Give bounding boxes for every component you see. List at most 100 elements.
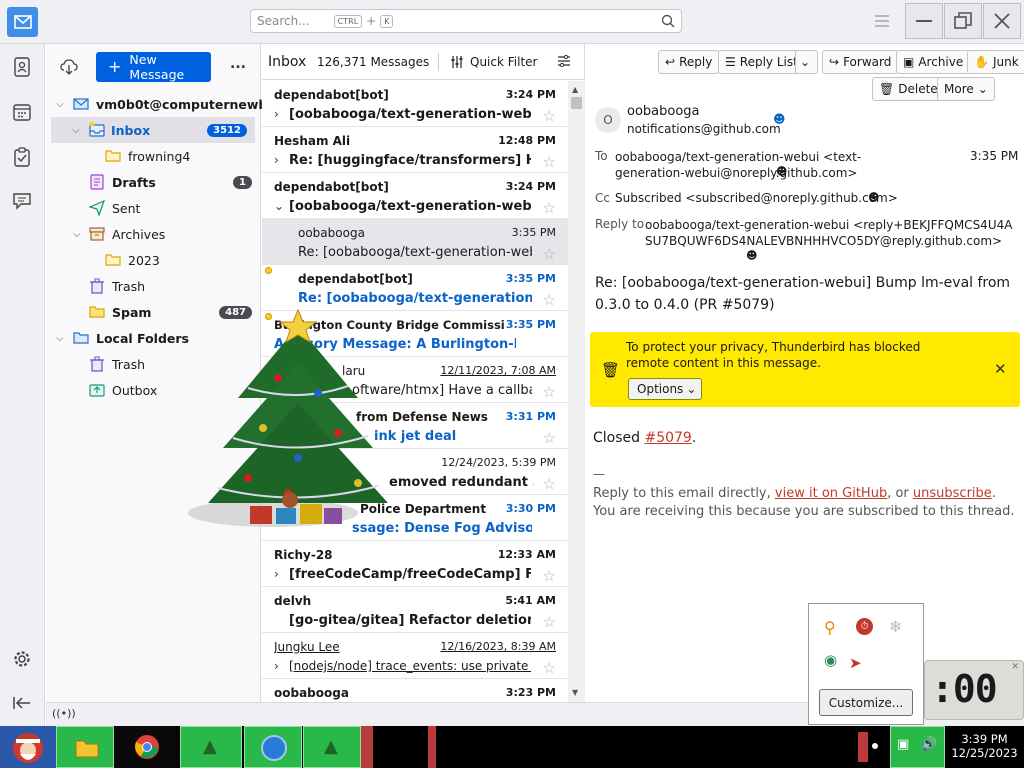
taskbar-chrome[interactable] bbox=[114, 726, 176, 768]
collapse-sidebar-icon[interactable] bbox=[11, 692, 33, 714]
star-icon[interactable]: ☆ bbox=[543, 429, 556, 447]
taskbar-clock[interactable]: 3:39 PM 12/25/2023 bbox=[945, 726, 1024, 768]
thread-expand-icon[interactable]: › bbox=[274, 567, 279, 581]
scrollbar-thumb[interactable] bbox=[571, 97, 582, 109]
address-book-icon[interactable] bbox=[11, 56, 33, 78]
online-status-icon[interactable]: ((•)) bbox=[52, 707, 76, 720]
taskbar-explorer[interactable] bbox=[56, 726, 114, 768]
star-icon[interactable]: ☆ bbox=[543, 475, 556, 493]
message-row[interactable]: delvh 5:41 AM [go-gitea/gitea] Refactor … bbox=[262, 587, 568, 633]
folder-trash[interactable]: Trash bbox=[46, 273, 260, 299]
reply-button[interactable]: ↩ Reply bbox=[658, 50, 720, 74]
settings-icon[interactable] bbox=[11, 648, 33, 670]
signature-separator: — bbox=[593, 467, 605, 481]
list-display-options-icon[interactable] bbox=[557, 54, 571, 68]
calendar-icon[interactable] bbox=[11, 101, 33, 123]
notice-text: To protect your privacy, Thunderbird has… bbox=[626, 340, 921, 370]
to-recipient[interactable]: oobabooga/text-generation-webui <text-ge… bbox=[615, 149, 925, 181]
message-row[interactable]: dependabot[bot] 3:24 PM ⌄ [oobabooga/tex… bbox=[262, 173, 568, 219]
star-icon[interactable]: ☆ bbox=[543, 153, 556, 171]
reply-to-address[interactable]: oobabooga/text-generation-webui <reply+B… bbox=[645, 217, 1015, 249]
scroll-down-icon[interactable]: ▼ bbox=[572, 688, 578, 697]
message-row[interactable]: Richy-28 12:33 AM › [freeCodeCamp/freeCo… bbox=[262, 541, 568, 587]
star-icon[interactable]: ☆ bbox=[543, 613, 556, 631]
star-icon[interactable]: ☆ bbox=[543, 567, 556, 585]
contact-icon[interactable]: ☻ bbox=[746, 249, 757, 262]
thread-expand-icon[interactable]: › bbox=[274, 153, 279, 167]
star-icon[interactable]: ☆ bbox=[543, 659, 556, 677]
network-tray-icon[interactable]: ◉ bbox=[824, 651, 837, 669]
chat-icon[interactable] bbox=[11, 190, 33, 212]
search-input[interactable]: Search... CTRL + K bbox=[250, 9, 682, 33]
options-label: Options bbox=[637, 382, 684, 396]
pr-link[interactable]: #5079 bbox=[644, 430, 691, 446]
message-row[interactable]: oobabooga 3:23 PM bbox=[262, 679, 568, 702]
contact-card-icon[interactable]: ☻ bbox=[773, 112, 786, 126]
notice-close-button[interactable]: ✕ bbox=[994, 360, 1007, 378]
tray-network-icon[interactable]: ▣ bbox=[897, 737, 909, 752]
message-row[interactable]: Jungku Lee 12/16/2023, 8:39 AM › [nodejs… bbox=[262, 633, 568, 679]
folder-frowning4[interactable]: frowning4 bbox=[46, 143, 260, 169]
account-row[interactable]: ⌵ vm0b0t@computernewb... bbox=[46, 91, 282, 117]
folder-sent[interactable]: Sent bbox=[46, 195, 260, 221]
delete-button[interactable]: 🗑 Delete bbox=[872, 77, 945, 101]
taskbar-tree-app-2[interactable]: ▲ bbox=[303, 726, 361, 768]
message-row[interactable]: dependabot[bot] 3:24 PM › [oobabooga/tex… bbox=[262, 81, 568, 127]
contact-icon[interactable]: ☻ bbox=[776, 165, 787, 178]
sender-email[interactable]: notifications@github.com bbox=[627, 122, 781, 136]
taskbar-thunderbird[interactable] bbox=[244, 726, 302, 768]
scroll-up-icon[interactable]: ▲ bbox=[572, 85, 578, 94]
star-icon[interactable]: ☆ bbox=[543, 383, 556, 401]
message-row[interactable]: Hesham Ali 12:48 PM › Re: [huggingface/t… bbox=[262, 127, 568, 173]
unsubscribe-link[interactable]: unsubscribe bbox=[913, 486, 992, 501]
message-subject: [nodejs/node] trace_events: use private … bbox=[289, 659, 531, 673]
chevron-down-icon: ⌵ bbox=[56, 332, 64, 344]
clock-tray-icon[interactable]: ⏱ bbox=[856, 618, 873, 635]
folder-inbox[interactable]: ⌵ Inbox 3512 bbox=[51, 117, 255, 143]
app-menu-icon[interactable] bbox=[874, 14, 890, 28]
tray-volume-icon[interactable]: 🔊 bbox=[921, 737, 937, 752]
options-button[interactable]: Options ⌄ bbox=[628, 378, 702, 400]
get-messages-icon[interactable] bbox=[60, 58, 78, 76]
quick-filter-icon[interactable] bbox=[450, 55, 464, 69]
taskbar-tree-app[interactable]: ▲ bbox=[180, 726, 242, 768]
close-button[interactable] bbox=[983, 3, 1021, 39]
junk-button[interactable]: ✋ Junk bbox=[967, 50, 1024, 74]
star-icon[interactable]: ☆ bbox=[543, 199, 556, 217]
contact-icon[interactable]: ☻ bbox=[868, 191, 879, 204]
mail-space-icon[interactable] bbox=[7, 7, 38, 37]
thread-collapse-icon[interactable]: ⌄ bbox=[274, 199, 284, 213]
sender-name[interactable]: oobabooga bbox=[627, 104, 700, 119]
folder-2023[interactable]: 2023 bbox=[46, 247, 260, 273]
search-tray-icon[interactable]: ⚲ bbox=[824, 618, 836, 637]
message-row-selected[interactable]: oobabooga 3:35 PM Re: [oobabooga/text-ge… bbox=[262, 219, 568, 265]
restore-button[interactable] bbox=[944, 3, 982, 39]
quick-filter-button[interactable]: Quick Filter bbox=[470, 55, 537, 69]
message-row[interactable]: dependabot[bot] 3:35 PM Re: [oobabooga/t… bbox=[262, 265, 568, 311]
archive-button[interactable]: ▣ Archive bbox=[896, 50, 971, 74]
more-button[interactable]: More ⌄ bbox=[937, 77, 995, 101]
snowflake-tray-icon[interactable]: ❄ bbox=[889, 617, 902, 636]
cc-recipient[interactable]: Subscribed <subscribed@noreply.github.co… bbox=[615, 191, 898, 205]
forward-button[interactable]: ↪ Forward bbox=[822, 50, 899, 74]
minimize-button[interactable] bbox=[905, 3, 943, 39]
star-icon[interactable]: ☆ bbox=[543, 107, 556, 125]
view-on-github-link[interactable]: view it on GitHub bbox=[775, 486, 887, 501]
message-list-scrollbar[interactable]: ▲ ▼ bbox=[568, 81, 585, 702]
unread-dot-icon[interactable] bbox=[265, 267, 272, 274]
folder-drafts[interactable]: Drafts 1 bbox=[46, 169, 260, 195]
folder-pane-menu-button[interactable]: ... bbox=[230, 56, 246, 72]
reply-list-dropdown[interactable]: ⌄ bbox=[795, 50, 818, 74]
customize-button[interactable]: Customize... bbox=[819, 689, 913, 716]
start-button[interactable] bbox=[0, 726, 56, 768]
cursor-tray-icon[interactable]: ➤ bbox=[849, 654, 862, 672]
folder-archives[interactable]: ⌵ Archives bbox=[46, 221, 260, 247]
junk-label: Junk bbox=[992, 55, 1019, 69]
tasks-icon[interactable] bbox=[11, 146, 33, 168]
thread-expand-icon[interactable]: › bbox=[274, 659, 279, 673]
widget-close-icon[interactable]: ✕ bbox=[1011, 662, 1019, 672]
thread-expand-icon[interactable]: › bbox=[274, 107, 279, 121]
star-icon[interactable]: ☆ bbox=[543, 245, 556, 263]
star-icon[interactable]: ☆ bbox=[543, 291, 556, 309]
new-message-button[interactable]: + New Message bbox=[96, 52, 211, 82]
